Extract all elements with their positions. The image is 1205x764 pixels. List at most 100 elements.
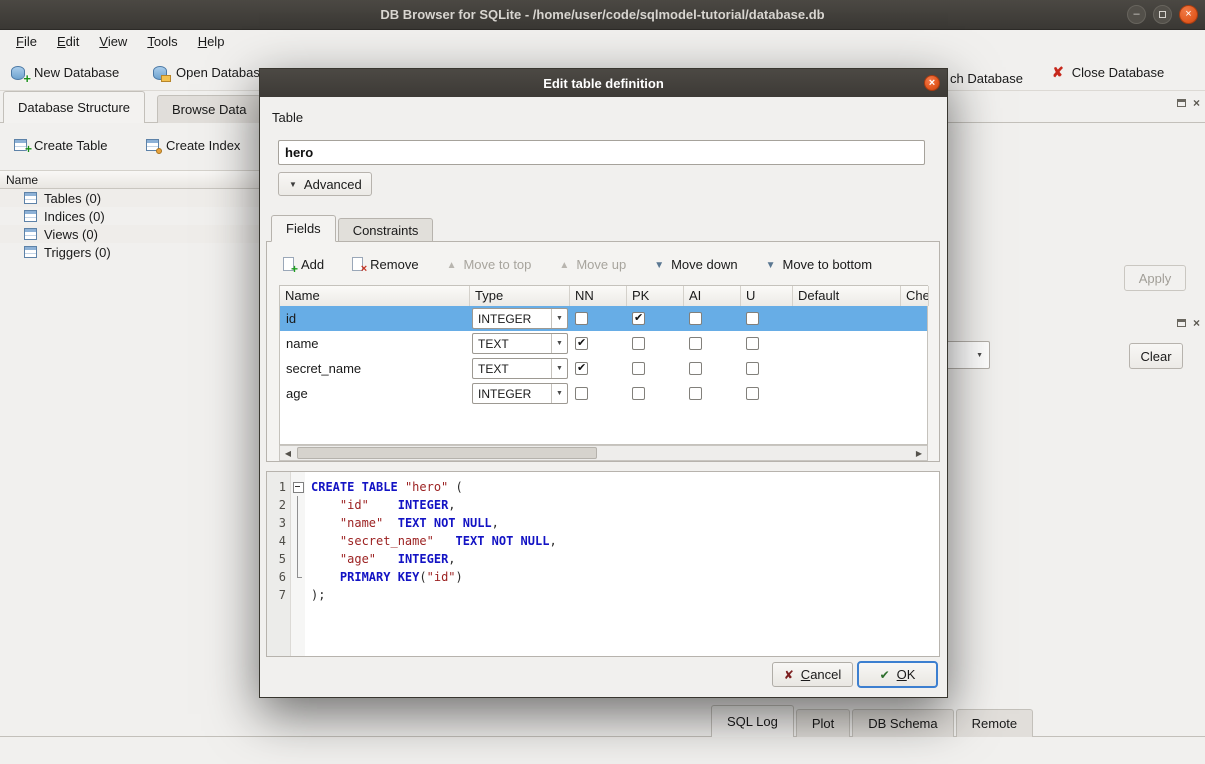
fold-marker-icon[interactable]	[291, 478, 305, 496]
remove-icon	[352, 257, 363, 271]
menu-file[interactable]: File	[6, 31, 47, 52]
pk-checkbox[interactable]	[632, 312, 645, 325]
column-header-che[interactable]: Che	[901, 286, 929, 306]
dock-float-icon[interactable]	[1177, 319, 1186, 327]
dialog-close-button[interactable]: ×	[924, 75, 940, 91]
nn-checkbox[interactable]	[575, 312, 588, 325]
default-cell[interactable]	[793, 331, 901, 356]
column-header-nn[interactable]: NN	[570, 286, 627, 306]
dialog-title: Edit table definition	[543, 76, 664, 91]
dock-float-icon[interactable]	[1177, 99, 1186, 107]
tree-item-tables[interactable]: Tables (0)	[0, 189, 259, 207]
grid-horizontal-scrollbar[interactable]: ◀ ▶	[279, 445, 928, 461]
move-to-bottom-button[interactable]: Move to bottom	[766, 257, 873, 272]
column-header-name[interactable]: Name	[280, 286, 470, 306]
close-button[interactable]: ×	[1179, 5, 1198, 24]
chevron-down-icon: ▼	[551, 334, 567, 353]
sql-preview[interactable]: 1234567 CREATE TABLE "hero" ( "id" INTEG…	[266, 471, 940, 657]
nn-checkbox[interactable]	[575, 387, 588, 400]
field-row-secret-name[interactable]: secret_nameTEXT▼	[280, 356, 927, 381]
scroll-right-icon[interactable]: ▶	[911, 446, 927, 460]
cancel-button[interactable]: ✘ Cancel	[772, 662, 853, 687]
pk-checkbox[interactable]	[632, 337, 645, 350]
tab-constraints[interactable]: Constraints	[338, 218, 434, 242]
tree-item-indices[interactable]: Indices (0)	[0, 207, 259, 225]
pk-checkbox[interactable]	[632, 362, 645, 375]
type-combo[interactable]: INTEGER▼	[472, 383, 568, 404]
ai-cell	[684, 356, 741, 381]
check-cell[interactable]	[901, 331, 929, 356]
type-combo[interactable]: TEXT▼	[472, 333, 568, 354]
sql-token	[311, 534, 340, 548]
add-button[interactable]: Add	[283, 257, 324, 272]
tab-sql-log[interactable]: SQL Log	[711, 705, 794, 737]
edit-cell-mode-combo[interactable]: ▼	[944, 341, 990, 369]
u-checkbox[interactable]	[746, 387, 759, 400]
window-titlebar: DB Browser for SQLite - /home/user/code/…	[0, 0, 1205, 30]
open-database-button[interactable]: Open Database	[152, 58, 267, 86]
check-cell[interactable]	[901, 356, 929, 381]
clear-button[interactable]: Clear	[1129, 343, 1183, 369]
default-cell[interactable]	[793, 306, 901, 331]
column-header-pk[interactable]: PK	[627, 286, 684, 306]
default-cell[interactable]	[793, 356, 901, 381]
menu-help[interactable]: Help	[188, 31, 235, 52]
ok-button[interactable]: ✔ OK	[857, 661, 938, 688]
minimize-button[interactable]: –	[1127, 5, 1146, 24]
field-name-cell[interactable]: secret_name	[280, 356, 470, 381]
ai-checkbox[interactable]	[689, 312, 702, 325]
field-name-cell[interactable]: name	[280, 331, 470, 356]
type-combo[interactable]: TEXT▼	[472, 358, 568, 379]
dock-close-icon[interactable]: ×	[1193, 317, 1200, 329]
dock-close-icon[interactable]: ×	[1193, 97, 1200, 109]
type-combo[interactable]: INTEGER▼	[472, 308, 568, 329]
create-index-button[interactable]: Create Index	[146, 132, 240, 158]
menu-view[interactable]: View	[89, 31, 137, 52]
field-row-id[interactable]: idINTEGER▼	[280, 306, 927, 331]
close-database-button[interactable]: ✘ Close Database	[1052, 58, 1164, 86]
column-header-default[interactable]: Default	[793, 286, 901, 306]
maximize-button[interactable]	[1153, 5, 1172, 24]
new-database-button[interactable]: New Database	[10, 58, 119, 86]
ai-checkbox[interactable]	[689, 387, 702, 400]
field-name-cell[interactable]: age	[280, 381, 470, 406]
nn-checkbox[interactable]	[575, 337, 588, 350]
attach-database-button[interactable]: ch Database	[950, 64, 1023, 92]
scrollbar-thumb[interactable]	[297, 447, 597, 459]
field-name-cell[interactable]: id	[280, 306, 470, 331]
remove-button[interactable]: Remove	[352, 257, 418, 272]
pk-checkbox[interactable]	[632, 387, 645, 400]
tab-fields[interactable]: Fields	[271, 215, 336, 242]
check-cell[interactable]	[901, 306, 929, 331]
u-checkbox[interactable]	[746, 337, 759, 350]
tab-db-schema[interactable]: DB Schema	[852, 709, 953, 737]
column-header-u[interactable]: U	[741, 286, 793, 306]
move-down-button[interactable]: Move down	[654, 257, 737, 272]
tab-database-structure[interactable]: Database Structure	[3, 91, 145, 123]
u-checkbox[interactable]	[746, 362, 759, 375]
tree-column-header-name[interactable]: Name	[0, 170, 259, 189]
u-checkbox[interactable]	[746, 312, 759, 325]
default-cell[interactable]	[793, 381, 901, 406]
scroll-left-icon[interactable]: ◀	[280, 446, 296, 460]
tab-remote[interactable]: Remote	[956, 709, 1034, 737]
tab-plot[interactable]: Plot	[796, 709, 850, 737]
menu-edit[interactable]: Edit	[47, 31, 89, 52]
tree-item-triggers[interactable]: Triggers (0)	[0, 243, 259, 261]
ai-checkbox[interactable]	[689, 337, 702, 350]
tree-item-views[interactable]: Views (0)	[0, 225, 259, 243]
dialog-titlebar[interactable]: Edit table definition ×	[260, 69, 947, 97]
ai-checkbox[interactable]	[689, 362, 702, 375]
table-name-input[interactable]	[278, 140, 925, 165]
column-header-type[interactable]: Type	[470, 286, 570, 306]
field-row-name[interactable]: nameTEXT▼	[280, 331, 927, 356]
field-row-age[interactable]: ageINTEGER▼	[280, 381, 927, 406]
tab-browse-data[interactable]: Browse Data	[157, 95, 261, 123]
menu-tools[interactable]: Tools	[137, 31, 187, 52]
nn-checkbox[interactable]	[575, 362, 588, 375]
advanced-toggle-button[interactable]: ▼ Advanced	[278, 172, 372, 196]
apply-button[interactable]: Apply	[1124, 265, 1186, 291]
check-cell[interactable]	[901, 381, 929, 406]
create-table-button[interactable]: + Create Table	[14, 132, 107, 158]
column-header-ai[interactable]: AI	[684, 286, 741, 306]
